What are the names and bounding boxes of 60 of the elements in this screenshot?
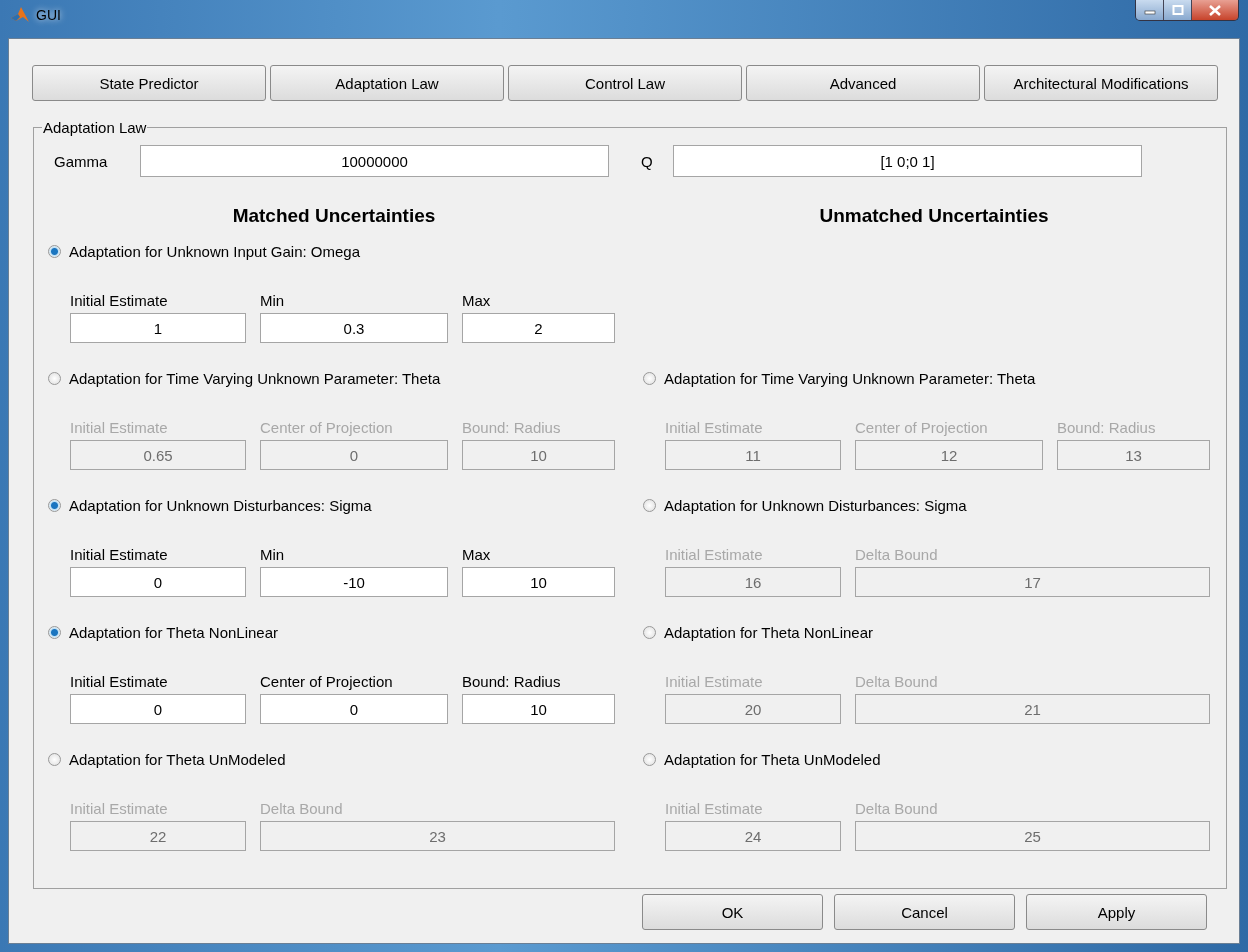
tab-button[interactable]: State Predictor	[32, 65, 266, 101]
value-field[interactable]: 2	[462, 313, 615, 343]
minimize-button[interactable]	[1136, 0, 1164, 20]
maximize-button[interactable]	[1164, 0, 1192, 20]
dialog-button[interactable]: OK	[642, 894, 823, 930]
tab-button[interactable]: Advanced	[746, 65, 980, 101]
value-field[interactable]: -10	[260, 567, 448, 597]
field-label: Center of Projection	[260, 419, 394, 436]
q-label: Q	[641, 152, 654, 170]
radio-label[interactable]: Adaptation for Unknown Disturbances: Sigma	[69, 496, 372, 514]
radio-label[interactable]: Adaptation for Unknown Input Gain: Omega	[69, 242, 360, 260]
value-field[interactable]: 0.3	[260, 313, 448, 343]
field-label: Bound: Radius	[462, 673, 562, 690]
field-label: Bound: Radius	[1057, 419, 1157, 436]
close-icon	[1208, 4, 1222, 16]
field-label: Initial Estimate	[665, 546, 764, 563]
field-label: Max	[462, 292, 492, 309]
field-label: Min	[260, 292, 286, 309]
field-label: Initial Estimate	[70, 292, 169, 309]
radio-label[interactable]: Adaptation for Theta NonLinear	[69, 623, 279, 641]
field-label: Max	[462, 546, 492, 563]
field-label: Delta Bound	[855, 800, 939, 817]
q-field[interactable]: [1 0;0 1]	[673, 145, 1142, 177]
field-label: Delta Bound	[260, 800, 344, 817]
dialog-button[interactable]: Apply	[1026, 894, 1207, 930]
field-label: Min	[260, 546, 286, 563]
section-heading: Matched Uncertainties	[231, 205, 437, 227]
value-field[interactable]: 0	[70, 567, 246, 597]
field-label: Center of Projection	[855, 419, 989, 436]
tab-button[interactable]: Adaptation Law	[270, 65, 504, 101]
radio-button[interactable]	[48, 498, 61, 512]
field-label: Initial Estimate	[665, 419, 764, 436]
value-field[interactable]: 0	[70, 694, 246, 724]
tab-button[interactable]: Control Law	[508, 65, 742, 101]
field-label: Bound: Radius	[462, 419, 562, 436]
field-label: Initial Estimate	[70, 800, 169, 817]
section-heading: Unmatched Uncertainties	[818, 205, 1050, 227]
dialog-button[interactable]: Cancel	[834, 894, 1015, 930]
field-label: Center of Projection	[260, 673, 394, 690]
field-label: Delta Bound	[855, 673, 939, 690]
close-button[interactable]	[1192, 0, 1238, 20]
value-field[interactable]: 10	[462, 694, 615, 724]
radio-button[interactable]	[48, 244, 61, 258]
panel-title: Adaptation Law	[42, 119, 148, 136]
value-field[interactable]: 0	[260, 694, 448, 724]
value-field[interactable]: 1	[70, 313, 246, 343]
app-logo-icon	[10, 6, 30, 24]
field-label: Initial Estimate	[665, 800, 764, 817]
field-label: Initial Estimate	[70, 673, 169, 690]
value-field[interactable]: 10	[462, 567, 615, 597]
window-title: GUI	[36, 7, 61, 23]
field-label: Delta Bound	[855, 546, 939, 563]
radio-button[interactable]	[48, 625, 61, 639]
field-label: Initial Estimate	[70, 546, 169, 563]
gamma-label: Gamma	[54, 152, 109, 170]
gamma-field[interactable]: 10000000	[140, 145, 609, 177]
tab-button[interactable]: Architectural Modifications	[984, 65, 1218, 101]
field-label: Initial Estimate	[70, 419, 169, 436]
maximize-icon	[1171, 5, 1184, 15]
field-label: Initial Estimate	[665, 673, 764, 690]
